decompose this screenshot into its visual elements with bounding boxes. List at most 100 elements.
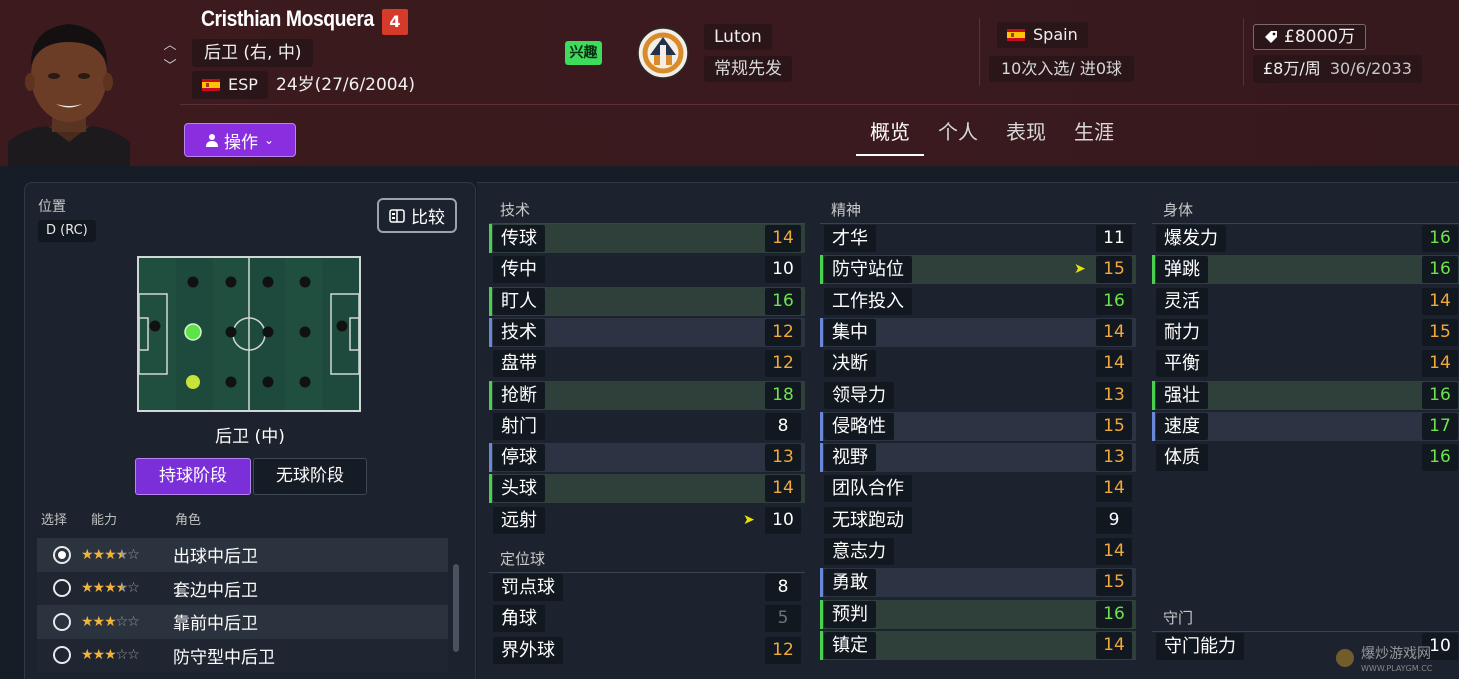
attribute-row[interactable]: 界外球 12 (489, 636, 805, 665)
attribute-name: 射门 (493, 412, 545, 440)
player-nationality[interactable]: ESP (192, 71, 268, 99)
attribute-name: 守门能力 (1156, 633, 1244, 660)
attribute-row[interactable]: 领导力 13 (820, 381, 1136, 410)
attribute-name: 远射 (493, 506, 545, 534)
attribute-name: 传球 (493, 225, 545, 252)
svg-text:WWW.PLAYGM.CC: WWW.PLAYGM.CC (1361, 664, 1433, 673)
attribute-value: 17 (1422, 412, 1458, 440)
tab-personal[interactable]: 个人 (924, 110, 992, 156)
attribute-row[interactable]: 意志力 14 (820, 537, 1136, 566)
attribute-row[interactable]: 工作投入 16 (820, 287, 1136, 316)
role-ability-stars: ★★★☆☆ (81, 613, 140, 630)
attribute-name: 决断 (824, 350, 876, 378)
role-row[interactable]: ★★★★☆ 出球中后卫 (37, 538, 448, 572)
next-player-chevron-down-icon[interactable]: ﹀ (162, 55, 178, 74)
role-radio[interactable] (53, 579, 71, 598)
attribute-name: 速度 (1156, 412, 1208, 440)
interest-badge[interactable]: 兴趣 (565, 41, 602, 65)
attribute-row[interactable]: 无球跑动 9 (820, 506, 1136, 535)
selected-position-name: 后卫 (中) (215, 427, 285, 447)
attribute-value: 16 (1096, 287, 1132, 315)
attribute-name: 预判 (824, 600, 876, 628)
attribute-row[interactable]: 防守站位 ➤ 15 (820, 255, 1136, 285)
attribute-row[interactable]: 体质 16 (1152, 443, 1459, 472)
role-row[interactable]: ★★★☆☆ 防守型中后卫 (37, 638, 448, 672)
attribute-value: 16 (1422, 225, 1458, 252)
attribute-row[interactable]: 速度 17 (1152, 411, 1459, 441)
transfer-value[interactable]: £8000万 (1253, 24, 1367, 50)
tab-career[interactable]: 生涯 (1060, 110, 1128, 156)
attribute-row[interactable]: 技术 12 (489, 317, 805, 347)
compare-button[interactable]: 比较 (377, 198, 457, 233)
attribute-name: 侵略性 (824, 412, 894, 440)
attribute-row[interactable]: 平衡 14 (1152, 349, 1459, 378)
attribute-value: 11 (1096, 225, 1132, 252)
attribute-row[interactable]: 传球 14 (489, 224, 805, 253)
attribute-row[interactable]: 集中 14 (820, 317, 1136, 347)
previous-player-chevron-up-icon[interactable]: ︿ (162, 34, 178, 53)
out-of-possession-tab[interactable]: 无球阶段 (253, 458, 367, 495)
attribute-row[interactable]: 才华 11 (820, 224, 1136, 253)
attribute-row[interactable]: 决断 14 (820, 349, 1136, 378)
attribute-row[interactable]: 爆发力 16 (1152, 224, 1459, 253)
attribute-row[interactable]: 停球 13 (489, 443, 805, 473)
attribute-value: 15 (1096, 569, 1132, 597)
header-separator (1243, 18, 1244, 86)
attribute-row[interactable]: 灵活 14 (1152, 287, 1459, 316)
attribute-row[interactable]: 侵略性 15 (820, 411, 1136, 441)
attribute-row[interactable]: 盯人 16 (489, 286, 805, 316)
roles-scrollbar[interactable] (453, 564, 459, 652)
person-icon (205, 134, 218, 147)
development-arrow-icon: ➤ (743, 511, 755, 528)
role-row[interactable]: ★★★☆☆ 靠前中后卫 (37, 605, 448, 639)
attribute-name: 抢断 (493, 381, 545, 409)
attribute-row[interactable]: 弹跳 16 (1152, 255, 1459, 285)
tab-overview[interactable]: 概览 (856, 110, 924, 156)
section-title-technical: 技术 (500, 201, 531, 219)
attribute-row[interactable]: 镇定 14 (820, 630, 1136, 660)
attribute-name: 平衡 (1156, 350, 1208, 378)
attribute-name: 耐力 (1156, 318, 1208, 346)
attribute-value: 14 (1096, 538, 1132, 565)
attribute-name: 镇定 (824, 631, 876, 659)
section-title-mental: 精神 (831, 201, 862, 219)
attribute-row[interactable]: 勇敢 15 (820, 568, 1136, 598)
tab-performance[interactable]: 表现 (992, 110, 1060, 156)
attribute-name: 爆发力 (1156, 225, 1226, 252)
national-team-link[interactable]: Spain (997, 22, 1088, 48)
attribute-row[interactable]: 预判 16 (820, 599, 1136, 629)
attribute-row[interactable]: 盘带 12 (489, 349, 805, 378)
attribute-row[interactable]: 传中 10 (489, 255, 805, 284)
chevron-down-icon: ⌄ (263, 133, 275, 147)
actions-button[interactable]: 操作 ⌄ (184, 123, 296, 157)
in-possession-tab[interactable]: 持球阶段 (135, 458, 251, 495)
attribute-row[interactable]: 团队合作 14 (820, 474, 1136, 503)
club-crest-icon[interactable] (636, 25, 690, 81)
attribute-row[interactable]: 罚点球 8 (489, 573, 805, 602)
attribute-row[interactable]: 抢断 18 (489, 380, 805, 410)
attribute-row[interactable]: 视野 13 (820, 443, 1136, 473)
spain-flag-icon (202, 79, 220, 91)
attribute-name: 盯人 (493, 287, 545, 315)
role-ability-stars: ★★★☆☆ (81, 647, 140, 664)
attribute-value: 10 (765, 256, 801, 284)
attribute-value: 14 (1096, 475, 1132, 503)
role-radio[interactable] (53, 612, 71, 631)
attribute-value: 12 (765, 350, 801, 378)
attribute-row[interactable]: 角球 5 (489, 604, 805, 633)
attribute-row[interactable]: 射门 8 (489, 412, 805, 441)
role-column-header: 角色 (175, 513, 202, 528)
attribute-row[interactable]: 头球 14 (489, 474, 805, 504)
role-radio[interactable] (53, 545, 71, 564)
club-name-link[interactable]: Luton (704, 24, 772, 50)
role-radio[interactable] (53, 646, 71, 665)
section-title-set_pieces: 定位球 (500, 550, 546, 568)
attribute-row[interactable]: 强壮 16 (1152, 380, 1459, 410)
attribute-row[interactable]: 远射 ➤ 10 (489, 506, 805, 535)
role-name: 套边中后卫 (173, 580, 258, 601)
attribute-name: 灵活 (1156, 287, 1208, 315)
attribute-row[interactable]: 耐力 15 (1152, 318, 1459, 347)
position-pitch-map[interactable] (137, 256, 361, 412)
role-row[interactable]: ★★★★☆ 套边中后卫 (37, 571, 448, 605)
attribute-name: 传中 (493, 256, 545, 284)
